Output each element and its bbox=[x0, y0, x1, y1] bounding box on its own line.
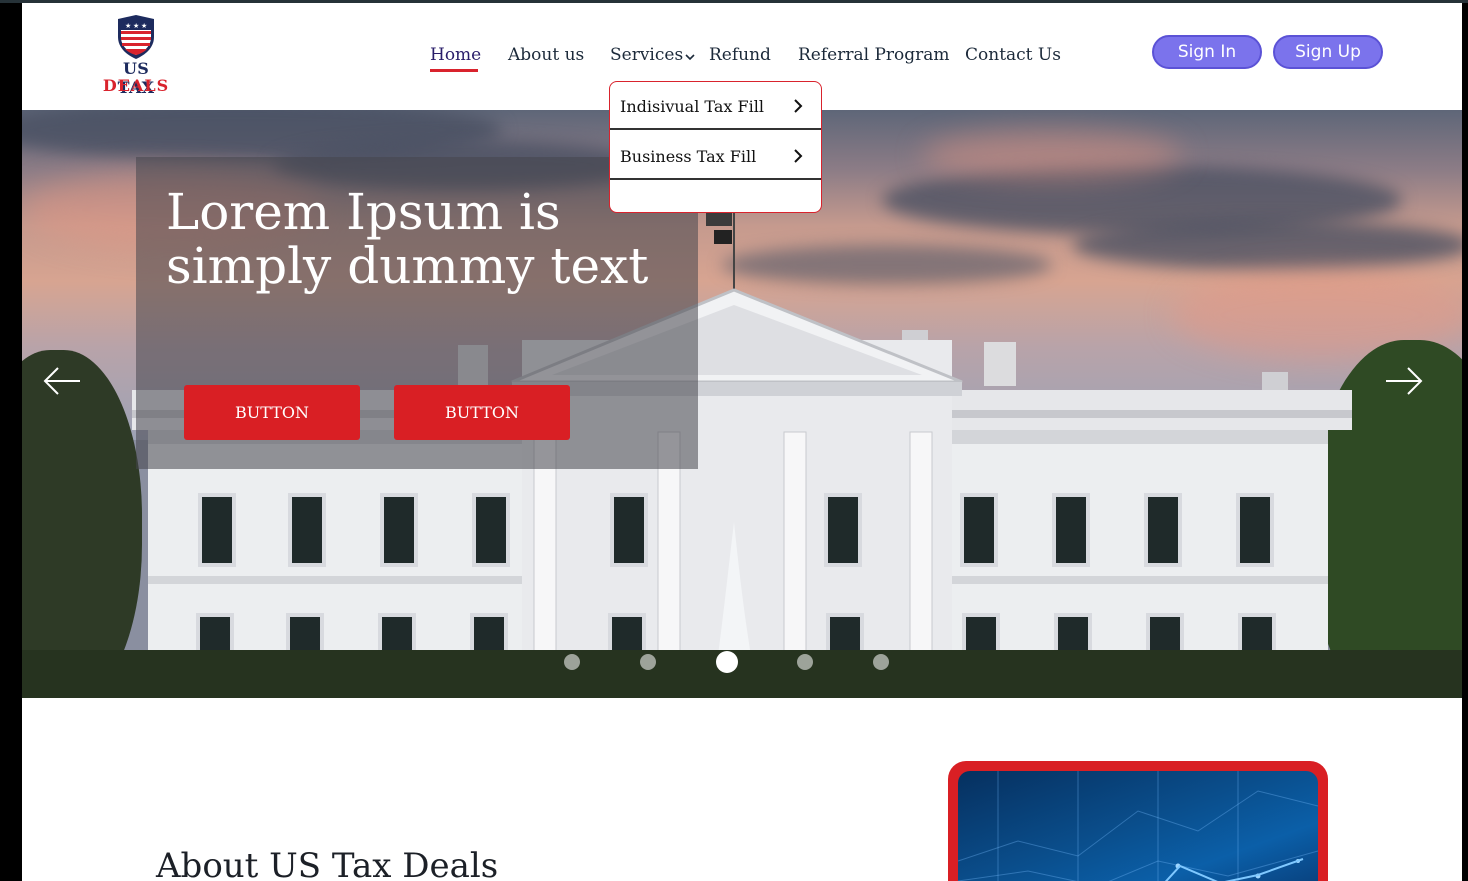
about-image bbox=[958, 771, 1318, 881]
services-dropdown: Indisivual Tax Fill Business Tax Fill bbox=[609, 81, 822, 213]
dropdown-item-label: Indisivual Tax Fill bbox=[620, 97, 764, 116]
arrow-left-icon[interactable] bbox=[42, 366, 82, 396]
slide-dot-1[interactable] bbox=[564, 654, 580, 670]
svg-text:★: ★ bbox=[141, 22, 147, 30]
arrow-right-icon[interactable] bbox=[1384, 366, 1424, 396]
slide-dot-3[interactable] bbox=[716, 651, 738, 673]
nav-referral-program[interactable]: Referral Program bbox=[798, 45, 950, 65]
hero-button-1[interactable]: BUTTON bbox=[184, 385, 360, 440]
slide-dot-4[interactable] bbox=[797, 654, 813, 670]
about-section-title: About US Tax Deals bbox=[156, 846, 499, 881]
slide-dot-5[interactable] bbox=[873, 654, 889, 670]
chevron-right-icon bbox=[794, 149, 803, 163]
brand-line-2: DEALS bbox=[102, 76, 170, 95]
shield-flag-icon: ★ ★ ★ bbox=[118, 15, 154, 59]
hedge bbox=[22, 650, 1462, 698]
svg-text:★: ★ bbox=[125, 22, 131, 30]
nav-refund[interactable]: Refund bbox=[709, 45, 771, 65]
left-black-border bbox=[0, 3, 22, 881]
dropdown-item-individual-tax[interactable]: Indisivual Tax Fill bbox=[610, 82, 821, 130]
nav-services[interactable]: Services bbox=[610, 45, 683, 65]
sign-in-button[interactable]: Sign In bbox=[1152, 35, 1262, 69]
nav-home[interactable]: Home bbox=[430, 45, 481, 65]
network-graphic bbox=[958, 771, 1318, 881]
nav-about-us[interactable]: About us bbox=[508, 45, 584, 65]
dropdown-item-business-tax[interactable]: Business Tax Fill bbox=[610, 132, 821, 180]
chevron-right-icon bbox=[794, 99, 803, 113]
nav-active-underline bbox=[430, 69, 478, 72]
hero-button-2[interactable]: BUTTON bbox=[394, 385, 570, 440]
brand-logo[interactable]: ★ ★ ★ US TAX DEALS bbox=[102, 15, 172, 97]
right-black-border bbox=[1462, 3, 1468, 881]
page: ★ ★ ★ US TAX DEALS Home About us Service… bbox=[22, 3, 1462, 881]
chevron-down-icon[interactable] bbox=[684, 51, 696, 63]
dropdown-item-label: Business Tax Fill bbox=[620, 147, 757, 166]
sign-up-button[interactable]: Sign Up bbox=[1273, 35, 1383, 69]
nav-contact-us[interactable]: Contact Us bbox=[965, 45, 1061, 65]
slide-dot-2[interactable] bbox=[640, 654, 656, 670]
svg-text:★: ★ bbox=[133, 22, 139, 30]
